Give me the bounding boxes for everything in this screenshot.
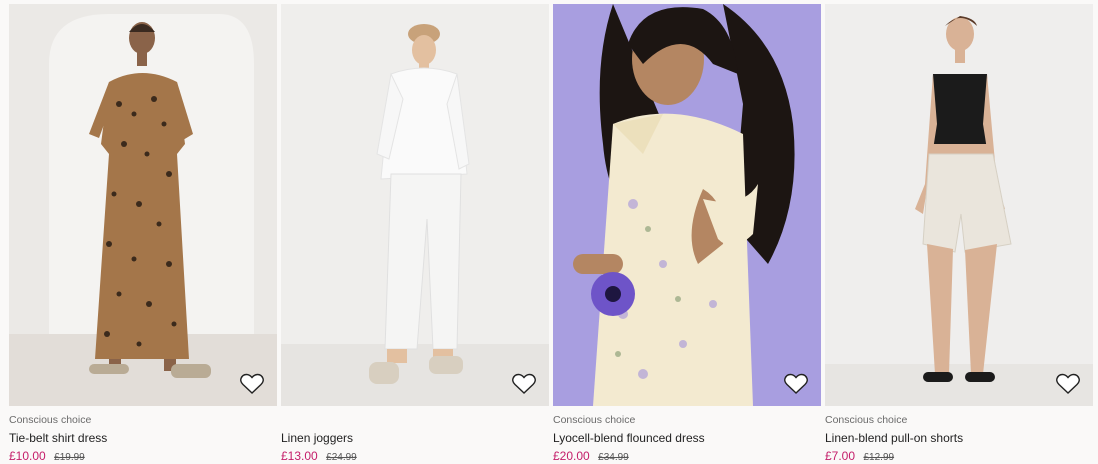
conscious-choice-label — [281, 413, 549, 427]
heart-outline-icon[interactable] — [239, 372, 265, 396]
conscious-choice-label: Conscious choice — [9, 414, 92, 426]
product-name[interactable]: Tie-belt shirt dress — [9, 430, 277, 446]
sale-price: £7.00 — [825, 449, 856, 463]
original-price: £24.99 — [326, 452, 357, 463]
heart-outline-icon[interactable] — [783, 372, 809, 396]
product-grid: Conscious choice Tie-belt shirt dress £1… — [0, 0, 1098, 464]
product-price: £7.00 £12.99 — [825, 448, 1093, 464]
product-image[interactable] — [281, 4, 549, 406]
product-name[interactable]: Lyocell-blend flounced dress — [553, 430, 821, 446]
product-image[interactable] — [825, 4, 1093, 406]
product-card[interactable]: Conscious choice Lyocell-blend flounced … — [553, 4, 821, 464]
product-card[interactable]: Conscious choice Linen-blend pull-on sho… — [825, 4, 1093, 464]
conscious-choice-label: Conscious choice — [825, 414, 908, 426]
product-name[interactable]: Linen-blend pull-on shorts — [825, 430, 1093, 446]
product-info: Conscious choice Tie-belt shirt dress £1… — [9, 406, 277, 464]
original-price: £19.99 — [54, 452, 85, 463]
product-photo-pull-on-shorts — [825, 4, 1093, 406]
product-photo-leopard-dress — [9, 4, 277, 406]
product-card[interactable]: Conscious choice Tie-belt shirt dress £1… — [9, 4, 277, 464]
original-price: £12.99 — [863, 452, 895, 463]
product-image[interactable] — [553, 4, 821, 406]
original-price: £34.99 — [598, 452, 629, 463]
product-price: £13.00 £24.99 — [281, 448, 549, 464]
product-name[interactable]: Linen joggers — [281, 430, 549, 446]
heart-outline-icon[interactable] — [1055, 372, 1081, 396]
conscious-choice-label: Conscious choice — [553, 414, 636, 426]
sale-price: £20.00 — [553, 449, 590, 463]
product-photo-flounced-dress — [553, 4, 821, 406]
product-price: £10.00 £19.99 — [9, 448, 277, 464]
product-card[interactable]: Linen joggers £13.00 £24.99 — [281, 4, 549, 464]
product-photo-linen-joggers — [281, 4, 549, 406]
product-price: £20.00 £34.99 — [553, 448, 821, 464]
product-image[interactable] — [9, 4, 277, 406]
product-info: Conscious choice Linen-blend pull-on sho… — [825, 406, 1093, 464]
sale-price: £10.00 — [9, 449, 46, 463]
product-info: Conscious choice Lyocell-blend flounced … — [553, 406, 821, 464]
sale-price: £13.00 — [281, 449, 318, 463]
heart-outline-icon[interactable] — [511, 372, 537, 396]
product-info: Linen joggers £13.00 £24.99 — [281, 406, 549, 464]
